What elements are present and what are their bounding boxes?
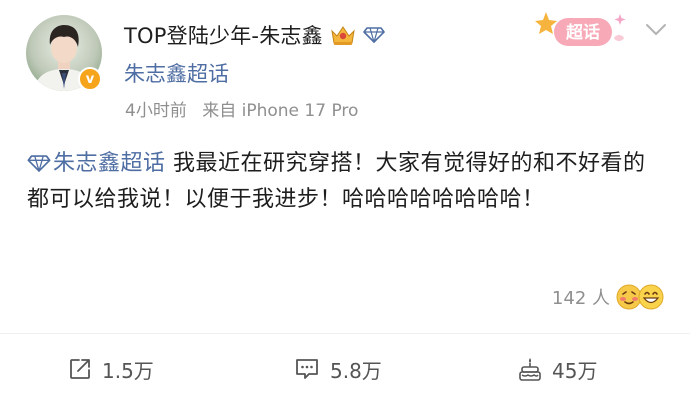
views-row: 142 人: [552, 284, 664, 310]
post-body: 朱志鑫超话 我最近在研究穿搭！大家有觉得好的和不好看的都可以给我说！以便于我进步…: [27, 146, 667, 218]
like-count: 45万: [552, 358, 598, 383]
views-count: 142 人: [551, 288, 610, 309]
chevron-down-icon[interactable]: [644, 22, 668, 38]
comment-icon: [296, 359, 318, 379]
share-icon: [70, 359, 90, 379]
sparkle-icon: [614, 14, 626, 25]
author-supertopic-link[interactable]: 朱志鑫超话: [124, 58, 229, 88]
cloud-icon: [614, 35, 624, 41]
star-icon: [535, 12, 557, 34]
grin-emoji-icon: [638, 284, 664, 310]
author-name[interactable]: TOP登陆少年-朱志鑫: [124, 20, 323, 50]
diamond-icon: [363, 27, 385, 43]
forward-count: 1.5万: [102, 358, 154, 383]
diamond-icon: [27, 155, 51, 174]
comment-count: 5.8万: [330, 358, 382, 383]
author-row: TOP登陆少年-朱志鑫: [124, 18, 385, 52]
comment-button[interactable]: 5.8万: [294, 352, 382, 386]
verified-v-icon: v: [85, 71, 95, 87]
cake-icon: [519, 358, 541, 381]
supertopic-badge-label: 超话: [566, 22, 600, 43]
post-meta: 4小时前 来自 iPhone 17 Pro: [125, 96, 358, 121]
verified-badge: v: [78, 67, 102, 91]
like-button[interactable]: 45万: [518, 352, 597, 386]
post-source[interactable]: 来自 iPhone 17 Pro: [202, 101, 358, 121]
topic-tag-label: 朱志鑫超话: [53, 151, 166, 176]
supertopic-badge[interactable]: 超话: [528, 8, 636, 52]
divider: [0, 333, 690, 334]
forward-button[interactable]: 1.5万: [68, 352, 154, 386]
post-time: 4小时前: [125, 101, 187, 121]
topic-tag[interactable]: 朱志鑫超话: [27, 151, 166, 176]
crown-icon: [331, 26, 355, 45]
